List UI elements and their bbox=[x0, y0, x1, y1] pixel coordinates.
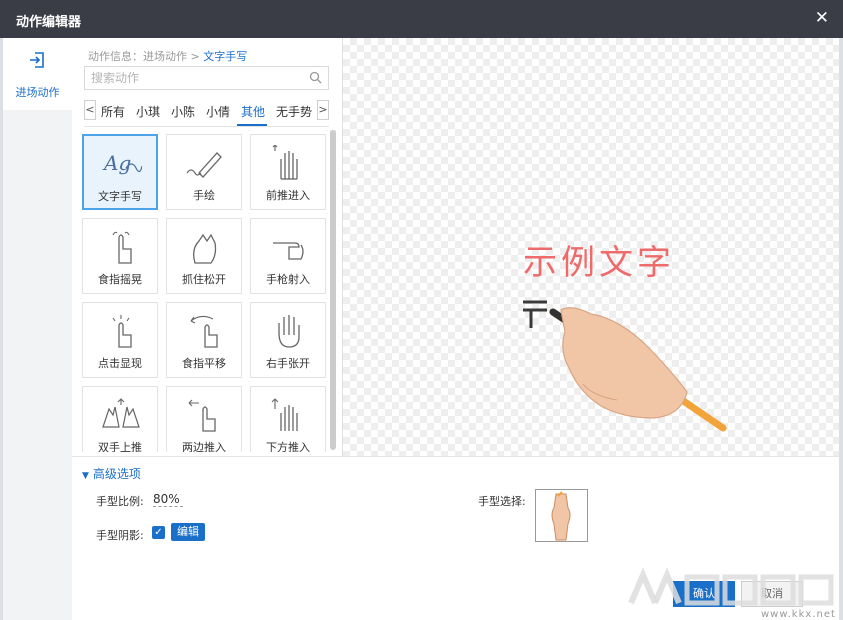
tab-other[interactable]: 其他 bbox=[241, 103, 265, 120]
finger-tap-icon bbox=[112, 315, 132, 348]
action-card-label: 点击显现 bbox=[98, 357, 142, 370]
action-card-label: 前推进入 bbox=[266, 189, 310, 202]
advanced-options-toggle[interactable]: ▼ 高级选项 bbox=[82, 465, 141, 482]
breadcrumb-prefix: 动作信息：进场动作 > bbox=[88, 50, 200, 63]
bottom-push-icon bbox=[271, 398, 298, 431]
action-card-label: 手绘 bbox=[193, 189, 215, 202]
edit-shadow-button[interactable]: 编辑 bbox=[171, 523, 205, 541]
tab-xiaoqi[interactable]: 小琪 bbox=[136, 103, 160, 120]
side-push-icon bbox=[188, 399, 216, 432]
action-card[interactable]: 食指平移 bbox=[166, 302, 242, 378]
tabs-divider bbox=[84, 126, 329, 127]
advanced-options-label: 高级选项 bbox=[92, 467, 141, 481]
hand-select-thumbnail[interactable] bbox=[535, 489, 588, 542]
tab-xiaochen[interactable]: 小陈 bbox=[171, 103, 195, 120]
sidebar-item-enter-action[interactable]: 进场动作 bbox=[3, 38, 72, 110]
action-list-panel: 动作信息：进场动作 > 文字手写 < 所有 小琪 小陈 小倩 其他 无手势 > … bbox=[72, 38, 342, 456]
action-card[interactable]: 下方推入 bbox=[250, 386, 326, 452]
watermark-url: www.kkx.net bbox=[761, 609, 836, 620]
window-right-border bbox=[839, 38, 843, 620]
tab-no-gesture[interactable]: 无手势 bbox=[276, 103, 312, 120]
writing-hand-illustration bbox=[523, 300, 727, 432]
hand-scale-input[interactable] bbox=[153, 491, 183, 507]
hand-push-icon bbox=[272, 145, 298, 180]
handwriting-icon: Ag bbox=[102, 151, 142, 175]
hand-select-label: 手型选择: bbox=[478, 495, 526, 508]
action-card-label: 右手张开 bbox=[266, 357, 310, 370]
hand-gun-icon bbox=[273, 242, 304, 260]
action-grid: Ag 文字手写 手绘 前推进入 食指摇晃 抓住松开 手枪射入 点击显现 食指平移… bbox=[82, 134, 328, 452]
action-card-label: 食指摇晃 bbox=[98, 273, 142, 286]
action-card[interactable]: 食指摇晃 bbox=[82, 218, 158, 294]
action-card[interactable]: 手绘 bbox=[166, 134, 242, 210]
tab-all[interactable]: 所有 bbox=[101, 103, 125, 120]
action-card[interactable]: 双手上推 bbox=[82, 386, 158, 452]
hand-shadow-label: 手型阴影: bbox=[96, 529, 144, 542]
tab-xiaoqian[interactable]: 小倩 bbox=[206, 103, 230, 120]
watermark-logo bbox=[628, 567, 834, 606]
enter-icon bbox=[30, 52, 44, 68]
finger-swipe-icon bbox=[190, 315, 218, 348]
hand-thumbnail-icon bbox=[551, 491, 571, 541]
scrollbar-thumb[interactable] bbox=[330, 130, 336, 450]
action-card-label: 下方推入 bbox=[266, 441, 310, 452]
action-card[interactable]: 右手张开 bbox=[250, 302, 326, 378]
pen-draw-icon bbox=[186, 152, 222, 178]
advanced-options-panel: ▼高级选项 手型比例: 手型阴影: ✓ 编辑 手型选择: 确认 取消 www.k… bbox=[72, 456, 839, 620]
title-bar: 动作编辑器 ✕ bbox=[0, 0, 843, 38]
action-card[interactable]: 点击显现 bbox=[82, 302, 158, 378]
breadcrumb-current: 文字手写 bbox=[203, 50, 248, 63]
hand-scale-label: 手型比例: bbox=[96, 495, 144, 508]
tabs-next-button[interactable]: > bbox=[317, 100, 329, 120]
action-card-label: 双手上推 bbox=[98, 441, 142, 452]
action-list-scrollbar[interactable] bbox=[330, 130, 336, 450]
action-card-label: 食指平移 bbox=[182, 357, 226, 370]
open-hand-icon bbox=[278, 315, 300, 348]
preview-canvas: 示例文字 bbox=[343, 38, 839, 456]
category-tabs: < 所有 小琪 小陈 小倩 其他 无手势 > bbox=[84, 96, 329, 126]
action-card[interactable]: 抓住松开 bbox=[166, 218, 242, 294]
svg-text:Ag: Ag bbox=[102, 151, 131, 175]
triangle-down-icon: ▼ bbox=[82, 471, 89, 481]
search-box bbox=[84, 66, 329, 90]
hand-grab-icon bbox=[193, 233, 217, 264]
sidebar: 进场动作 bbox=[3, 38, 72, 620]
sidebar-item-label: 进场动作 bbox=[15, 86, 60, 99]
search-icon[interactable] bbox=[309, 71, 322, 84]
action-card-label: 两边推入 bbox=[182, 441, 226, 452]
preview-sample-text: 示例文字 bbox=[523, 243, 675, 283]
finger-wave-icon bbox=[112, 231, 132, 264]
action-card[interactable]: 两边推入 bbox=[166, 386, 242, 452]
tabs-prev-button[interactable]: < bbox=[84, 100, 96, 120]
hand-shadow-checkbox[interactable]: ✓ bbox=[152, 526, 165, 539]
action-card[interactable]: 手枪射入 bbox=[250, 218, 326, 294]
action-card-label: 文字手写 bbox=[98, 190, 142, 203]
close-button[interactable]: ✕ bbox=[815, 8, 829, 28]
action-card[interactable]: 前推进入 bbox=[250, 134, 326, 210]
search-input[interactable] bbox=[85, 67, 305, 89]
action-card[interactable]: Ag 文字手写 bbox=[82, 134, 158, 210]
breadcrumb: 动作信息：进场动作 > 文字手写 bbox=[88, 48, 247, 64]
two-hands-up-icon bbox=[102, 398, 140, 428]
action-card-label: 抓住松开 bbox=[182, 273, 226, 286]
window-title: 动作编辑器 bbox=[16, 15, 82, 30]
action-card-label: 手枪射入 bbox=[266, 273, 310, 286]
